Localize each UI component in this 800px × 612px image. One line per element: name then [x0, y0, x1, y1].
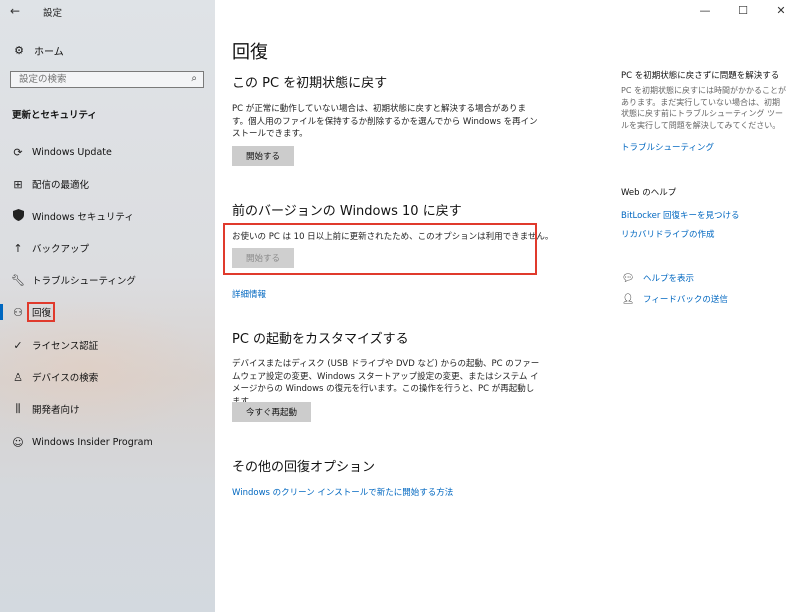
title-bar: ← 設定 [0, 0, 215, 24]
reset-heading: この PC を初期状態に戻す [232, 76, 388, 91]
maximize-button[interactable]: ☐ [724, 0, 762, 22]
back-arrow-icon[interactable]: ← [10, 4, 20, 18]
home-nav-item[interactable]: ⚙ ホーム [12, 41, 64, 59]
sidebar-item-developers[interactable]: ⫼ 開発者向け [0, 398, 215, 420]
sidebar-item-label: Windows セキュリティ [32, 212, 134, 223]
sidebar-item-label: デバイスの検索 [32, 373, 99, 384]
sidebar-item-label: バックアップ [32, 244, 90, 255]
startup-description: デバイスまたはディスク (USB ドライブや DVD など) からの起動、PC … [232, 359, 540, 407]
home-gear-icon: ⚙ [14, 43, 24, 57]
sidebar-item-backup[interactable]: ↑ バックアップ [0, 237, 215, 259]
feedback-label: フィードバックの送信 [643, 295, 728, 305]
sidebar-item-activation[interactable]: ✓ ライセンス認証 [0, 334, 215, 356]
sidebar-item-label: Windows Update [32, 146, 112, 158]
section-title: 更新とセキュリティ [12, 110, 97, 121]
recovery-icon: ⚇ [13, 305, 23, 319]
page-title: 回復 [232, 42, 268, 63]
more-info-link[interactable]: 詳細情報 [232, 288, 266, 300]
sidebar-item-delivery-optimization[interactable]: ⊞ 配信の最適化 [0, 173, 215, 195]
sidebar-item-windows-update[interactable]: ⟳ Windows Update [0, 141, 215, 163]
startup-heading: PC の起動をカスタマイズする [232, 332, 409, 347]
feedback-person-icon: 👤︎ [621, 293, 635, 305]
shield-icon [10, 208, 26, 224]
rollback-heading: 前のバージョンの Windows 10 に戻す [232, 204, 462, 219]
search-input[interactable] [11, 72, 179, 87]
person-location-icon: ♙ [13, 370, 23, 384]
sidebar-item-label: Windows Insider Program [32, 436, 153, 448]
sidebar-item-windows-security[interactable]: Windows セキュリティ [0, 205, 215, 227]
close-button[interactable]: ✕ [762, 0, 800, 22]
active-indicator [0, 304, 3, 320]
sidebar-item-label: トラブルシューティング [32, 276, 136, 287]
window-controls: — ☐ ✕ [686, 0, 800, 22]
sidebar-item-label: ライセンス認証 [32, 341, 99, 352]
troubleshoot-link[interactable]: トラブルシューティング [621, 141, 714, 153]
highlight-box-recovery [27, 302, 55, 322]
restart-now-button[interactable]: 今すぐ再起動 [232, 402, 312, 422]
recovery-drive-link[interactable]: リカバリドライブの作成 [621, 228, 715, 240]
sidebar-item-label: 開発者向け [32, 405, 80, 416]
check-circle-icon: ✓ [13, 338, 23, 352]
web-help-heading: Web のヘルプ [621, 188, 677, 198]
minimize-button[interactable]: — [686, 0, 724, 22]
search-box[interactable]: ⌕ [10, 71, 204, 88]
highlight-box-rollback [223, 223, 537, 275]
other-heading: その他の回復オプション [232, 460, 376, 475]
clean-install-link[interactable]: Windows のクリーン インストールで新たに開始する方法 [232, 486, 453, 498]
chat-bubble-icon: 💬︎ [621, 272, 635, 284]
sync-icon: ⟳ [13, 145, 23, 159]
wrench-icon: 🔧︎ [11, 273, 25, 287]
developer-icon: ⫼ [15, 402, 21, 415]
backup-arrow-icon: ↑ [13, 241, 23, 255]
delivery-optimization-icon: ⊞ [13, 177, 23, 191]
reset-start-button[interactable]: 開始する [232, 146, 295, 166]
home-label: ホーム [34, 46, 64, 58]
sidebar-item-label: 配信の最適化 [32, 180, 90, 191]
tip-text: PC を初期状態に戻すには時間がかかることがあります。まだ実行していない場合は、… [621, 86, 786, 130]
get-help-link[interactable]: 💬︎ ヘルプを表示 [621, 272, 695, 285]
sidebar-item-troubleshoot[interactable]: 🔧︎ トラブルシューティング [0, 269, 215, 291]
feedback-link[interactable]: 👤︎ フィードバックの送信 [621, 293, 728, 306]
bitlocker-link[interactable]: BitLocker 回復キーを見つける [621, 209, 740, 221]
app-title: 設定 [43, 8, 63, 19]
get-help-label: ヘルプを表示 [643, 274, 695, 284]
sidebar-item-find-device[interactable]: ♙ デバイスの検索 [0, 366, 215, 388]
insider-cat-icon: ☺ [12, 435, 24, 449]
tip-heading: PC を初期状態に戻さずに問題を解決する [621, 71, 780, 81]
sidebar: ← 設定 ⚙ ホーム ⌕ 更新とセキュリティ ⟳ Windows Update … [0, 0, 215, 612]
sidebar-item-insider[interactable]: ☺ Windows Insider Program [0, 431, 215, 453]
search-icon[interactable]: ⌕ [191, 73, 197, 84]
reset-description: PC が正常に動作していない場合は、初期状態に戻すと解決する場合があります。個人… [232, 104, 538, 139]
